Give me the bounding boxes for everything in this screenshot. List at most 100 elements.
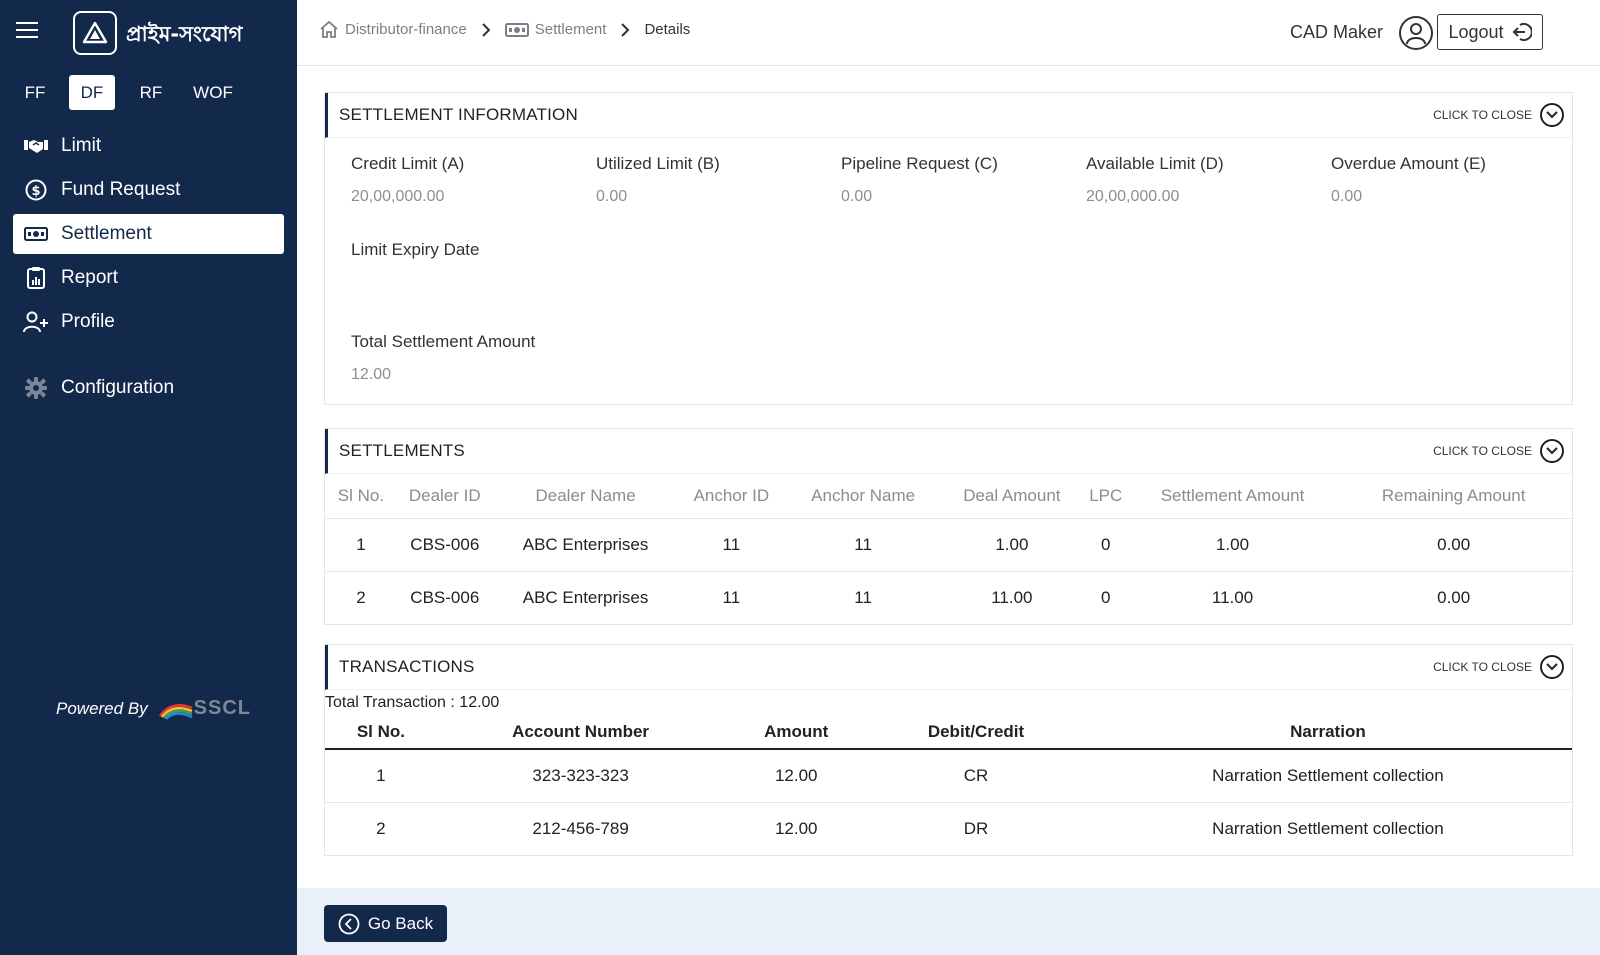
transactions-table: Sl No. Account Number Amount Debit/Credi… [325, 716, 1572, 855]
sidebar-item-label: Limit [61, 135, 102, 156]
footer-bar: Go Back [297, 888, 1600, 955]
table-cell: 0.00 [1437, 587, 1471, 607]
user-avatar-icon[interactable] [1399, 16, 1433, 50]
transactions-toggle[interactable]: CLICK TO CLOSE [1433, 655, 1564, 679]
column-header[interactable]: Debit/Credit [868, 716, 1084, 750]
column-header[interactable]: Remaining Amount [1335, 474, 1572, 519]
sidebar-item-label: Profile [61, 311, 115, 332]
table-cell: Narration Settlement collection [1083, 749, 1572, 803]
settlements-header: SETTLEMENTS CLICK TO CLOSE [325, 429, 1572, 474]
table-row[interactable]: 2 CBS-006 ABC Enterprises 11 11 11.00 0 … [325, 571, 1572, 624]
table-cell: DR [963, 818, 989, 838]
svg-text:$: $ [31, 184, 40, 199]
table-cell: CBS-006 [396, 518, 493, 572]
table-row[interactable]: 2 212-456-789 12.00 DR Narration Settlem… [325, 802, 1572, 855]
breadcrumb-home[interactable]: Distributor-finance [319, 20, 467, 39]
column-header[interactable]: LPC [1081, 474, 1130, 519]
table-cell: 1.00 [1129, 518, 1336, 572]
table-cell: 12.00 [724, 749, 869, 803]
transactions-title: TRANSACTIONS [339, 657, 475, 676]
settlement-information-toggle[interactable]: CLICK TO CLOSE [1433, 103, 1564, 127]
sidebar-item-report[interactable]: Report [13, 258, 284, 298]
column-header[interactable]: Sl No. [325, 474, 397, 519]
sscl-logo: SSCL [158, 697, 251, 720]
column-header[interactable]: Dealer Name [492, 474, 679, 519]
column-header[interactable]: Sl No. [325, 716, 437, 750]
logout-button[interactable]: Logout [1437, 14, 1543, 50]
chevron-down-icon [1540, 103, 1564, 127]
main-content: SETTLEMENT INFORMATION CLICK TO CLOSE Cr… [297, 66, 1600, 955]
table-cell: 0 [1100, 587, 1111, 607]
breadcrumb-settlement[interactable]: Settlement [504, 21, 607, 38]
home-icon [319, 20, 339, 39]
column-header[interactable]: Anchor Name [784, 474, 942, 519]
column-header[interactable]: Amount [724, 716, 869, 750]
chevron-down-icon [1540, 655, 1564, 679]
sscl-rainbow-icon [158, 703, 193, 720]
tab-wof[interactable]: WOF [185, 75, 241, 110]
table-header-row: Sl No. Account Number Amount Debit/Credi… [325, 716, 1572, 750]
tab-ff[interactable]: FF [13, 75, 57, 110]
limit-expiry-label: Limit Expiry Date [351, 240, 480, 259]
sidebar-item-label: Settlement [61, 223, 152, 244]
settlements-title: SETTLEMENTS [339, 441, 465, 460]
table-row[interactable]: 1 323-323-323 12.00 CR Narration Settlem… [325, 749, 1572, 803]
cash-icon [504, 22, 529, 37]
tab-rf[interactable]: RF [129, 75, 173, 110]
product-tabs: FF DF RF WOF [13, 75, 241, 110]
credit-limit-value: 20,00,000.00 [351, 188, 445, 205]
user-role: CAD Maker [1289, 22, 1383, 42]
top-header: Distributor-finance Settlement Details C… [297, 0, 1600, 66]
column-header[interactable]: Account Number [436, 716, 725, 750]
sidebar-nav: Limit $ Fund Request Settlement Report P… [13, 126, 284, 412]
column-header[interactable]: Deal Amount [941, 474, 1082, 519]
settlements-toggle[interactable]: CLICK TO CLOSE [1433, 439, 1564, 463]
tab-df[interactable]: DF [69, 75, 115, 110]
settlement-information-title: SETTLEMENT INFORMATION [339, 105, 578, 124]
table-cell: 11 [784, 518, 942, 572]
table-cell: 0.00 [1335, 518, 1572, 572]
sidebar-item-profile[interactable]: Profile [13, 302, 284, 342]
column-header[interactable]: Narration [1083, 716, 1572, 750]
prime-logo-icon [73, 11, 117, 55]
available-limit-label: Available Limit (D) [1086, 154, 1224, 173]
sidebar-item-configuration[interactable]: Configuration [13, 368, 284, 408]
column-header[interactable]: Anchor ID [678, 474, 785, 519]
dollar-circle-icon: $ [23, 177, 49, 203]
column-header[interactable]: Dealer ID [396, 474, 493, 519]
clipboard-report-icon [23, 265, 49, 291]
table-cell: 11.00 [991, 587, 1033, 607]
powered-by-label: Powered By [56, 698, 148, 718]
table-row[interactable]: 1 CBS-006 ABC Enterprises 11 11 1.00 0 1… [325, 518, 1572, 572]
sidebar-item-fund-request[interactable]: $ Fund Request [13, 170, 284, 210]
settlements-panel: SETTLEMENTS CLICK TO CLOSE Sl No. Dealer… [324, 428, 1573, 625]
cash-icon [23, 221, 49, 247]
breadcrumb-settlement-label: Settlement [534, 21, 607, 38]
table-cell: 11 [854, 587, 872, 607]
go-back-button[interactable]: Go Back [324, 905, 447, 942]
hamburger-menu-icon[interactable] [16, 22, 38, 42]
table-cell: 2 [356, 587, 366, 607]
sidebar-item-settlement[interactable]: Settlement [13, 214, 284, 254]
breadcrumb-current: Details [644, 21, 691, 38]
table-header-row: Sl No. Dealer ID Dealer Name Anchor ID A… [325, 474, 1572, 519]
column-header[interactable]: Settlement Amount [1129, 474, 1336, 519]
sidebar-item-limit[interactable]: Limit [13, 126, 284, 166]
table-cell: 0 [1081, 518, 1130, 572]
pipeline-request-value: 0.00 [841, 188, 873, 205]
limit-expiry-date: Limit Expiry Date [351, 240, 479, 274]
transactions-panel: TRANSACTIONS CLICK TO CLOSE Total Transa… [324, 644, 1573, 856]
overdue-amount-value: 0.00 [1331, 188, 1363, 205]
table-cell: 1 [325, 518, 397, 572]
gear-icon [23, 375, 49, 401]
toggle-label: CLICK TO CLOSE [1433, 444, 1532, 458]
breadcrumb-home-label: Distributor-finance [345, 21, 467, 38]
settlements-table: Sl No. Dealer ID Dealer Name Anchor ID A… [325, 474, 1572, 624]
handshake-icon [23, 133, 49, 159]
chevron-down-icon [1540, 439, 1564, 463]
table-cell: 11.00 [1211, 587, 1254, 607]
sidebar-item-label: Configuration [61, 377, 175, 398]
total-settlement-amount: Total Settlement Amount 12.00 [351, 332, 535, 384]
available-limit-value: 20,00,000.00 [1086, 188, 1180, 205]
table-cell: 11 [722, 587, 741, 607]
